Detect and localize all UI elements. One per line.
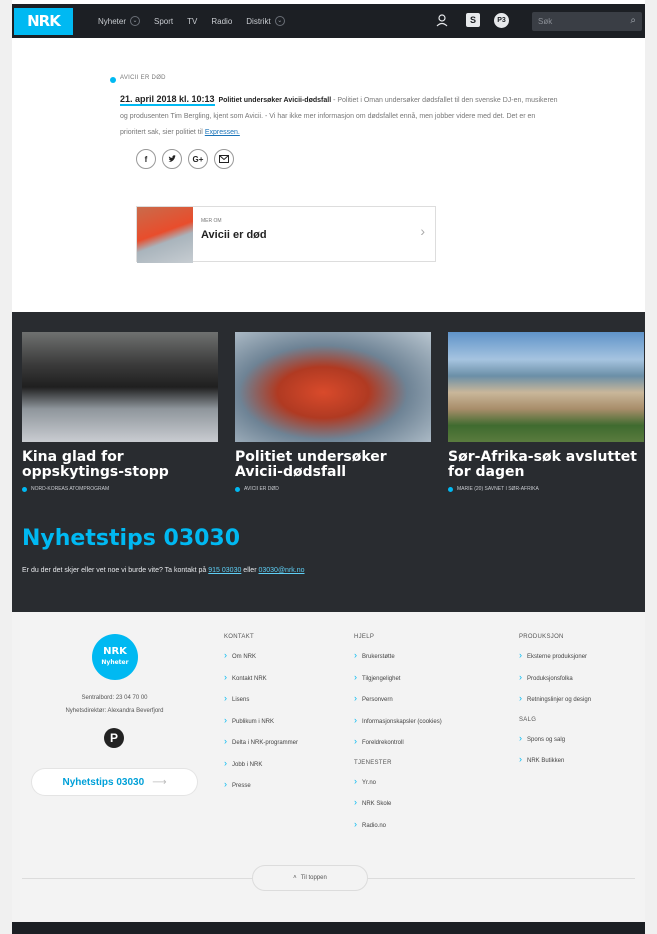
- nav-item-nyheter[interactable]: Nyheter ⌄: [98, 16, 141, 26]
- chevron-down-icon: ⌄: [130, 16, 141, 26]
- card-kicker: MER OM: [201, 218, 222, 224]
- footer-contact-info: Sentralbord: 23 04 70 00 Nyhetsdirektør:…: [32, 692, 197, 718]
- footer-link[interactable]: Jobb i NRK: [224, 754, 298, 776]
- footer-heading: TJENESTER: [354, 759, 392, 766]
- facebook-share-button[interactable]: f: [136, 149, 156, 169]
- top-navigation-bar: NRK Nyheter ⌄ Sport TV Radio Distrikt ⌄ S …: [12, 4, 645, 38]
- news-teaser-section: Kina glad for oppskytings-stopp NORD-KOR…: [12, 312, 645, 612]
- chevron-down-icon: ⌄: [274, 16, 285, 26]
- footer-link[interactable]: Eksterne produksjoner: [519, 646, 591, 668]
- teaser-image: [235, 332, 431, 442]
- footer-link[interactable]: Delta i NRK-programmer: [224, 732, 298, 754]
- footer-heading: PRODUKSJON: [519, 634, 564, 640]
- live-dot-icon: [110, 77, 116, 83]
- share-buttons: f G+: [136, 149, 560, 169]
- footer-heading: HJELP: [354, 634, 375, 640]
- search-box: ⌕: [532, 12, 642, 31]
- arrow-right-icon: ⟶: [152, 776, 167, 788]
- googleplus-share-button[interactable]: G+: [188, 149, 208, 169]
- footer-link[interactable]: Publikum i NRK: [224, 711, 298, 733]
- related-article-card[interactable]: MER OM Avicii er død ›: [136, 206, 436, 263]
- live-update: AVICII ER DØD 21. april 2018 kl. 10:13 P…: [110, 75, 560, 169]
- news-tips-text: Er du der det skjer eller vet noe vi bur…: [22, 567, 305, 574]
- back-to-top-button[interactable]: ˄ Til toppen: [252, 865, 368, 891]
- email-link[interactable]: 03030@nrk.no: [258, 567, 304, 574]
- page-frame: NRK Nyheter ⌄ Sport TV Radio Distrikt ⌄ S …: [12, 0, 645, 934]
- teaser-title: Kina glad for oppskytings-stopp: [22, 449, 169, 480]
- footer-link[interactable]: Lisens: [224, 689, 298, 711]
- teaser-title: Sør-Afrika-søk avsluttet for dagen: [448, 449, 637, 480]
- nrk-nyheter-logo[interactable]: NRK Nyheter: [92, 634, 138, 680]
- footer-link[interactable]: Brukerstøtte: [354, 646, 442, 668]
- bottom-bar: [12, 922, 645, 934]
- nav-item-distrikt[interactable]: Distrikt ⌄: [246, 16, 285, 26]
- update-timestamp: 21. april 2018 kl. 10:13: [120, 94, 215, 106]
- switchboard-text: Sentralbord: 23 04 70 00: [81, 695, 148, 701]
- footer-link[interactable]: Om NRK: [224, 646, 298, 668]
- footer-link[interactable]: Yr.no: [354, 772, 442, 794]
- footer-heading: SALG: [519, 716, 537, 723]
- sms-link[interactable]: 915 03030: [208, 567, 241, 574]
- ansvarlig-presse-icon[interactable]: P: [104, 728, 124, 748]
- article-thumbnail: [137, 207, 193, 263]
- nav-item-sport[interactable]: Sport: [154, 17, 173, 26]
- footer-link[interactable]: Radio.no: [354, 815, 442, 837]
- footer-link[interactable]: Kontakt NRK: [224, 668, 298, 690]
- search-input[interactable]: [538, 15, 618, 28]
- footer-link[interactable]: Informasjonskapsler (cookies): [354, 711, 442, 733]
- footer-link[interactable]: Spons og salg: [519, 729, 591, 751]
- teaser-card[interactable]: Kina glad for oppskytings-stopp NORD-KOR…: [22, 332, 218, 492]
- update-kicker: AVICII ER DØD: [120, 75, 166, 81]
- footer-column-contact: KONTAKT Om NRK Kontakt NRK Lisens Publik…: [224, 634, 298, 797]
- teaser-card[interactable]: Politiet undersøker Avicii-dødsfall AVIC…: [235, 332, 431, 492]
- twitter-share-button[interactable]: [162, 149, 182, 169]
- chevron-right-icon: ›: [420, 223, 425, 239]
- envelope-icon: [219, 155, 229, 163]
- footer-link[interactable]: Presse: [224, 775, 298, 797]
- update-headline: Politiet undersøker Avicii-dødsfall: [218, 97, 332, 104]
- nav-label: Sport: [154, 16, 174, 26]
- user-icon[interactable]: [432, 10, 452, 30]
- update-body: 21. april 2018 kl. 10:13 Politiet unders…: [120, 91, 560, 141]
- footer-heading: KONTAKT: [224, 634, 254, 640]
- editor-text: Nyhetsdirektør: Alexandra Beverfjord: [65, 708, 164, 714]
- footer-column-production: PRODUKSJON Eksterne produksjoner Produks…: [519, 634, 591, 772]
- nav-label: Radio: [211, 16, 233, 26]
- super-icon[interactable]: S: [466, 13, 480, 27]
- footer-link[interactable]: Foreldrekontroll: [354, 732, 442, 754]
- footer-link[interactable]: NRK Butikken: [519, 750, 591, 772]
- teaser-image: [448, 332, 644, 442]
- news-tips-heading: Nyhetstips 03030: [22, 526, 241, 551]
- p3-icon[interactable]: P3: [494, 12, 509, 28]
- site-footer: NRK Nyheter Sentralbord: 23 04 70 00 Nyhe…: [12, 612, 645, 922]
- chevron-up-icon: ˄: [293, 875, 297, 881]
- main-nav: Nyheter ⌄ Sport TV Radio Distrikt ⌄: [98, 4, 285, 38]
- twitter-icon: [168, 155, 176, 162]
- footer-link[interactable]: Produksjonsfolka: [519, 668, 591, 690]
- header-icons: S P3: [432, 10, 509, 30]
- footer-link[interactable]: NRK Skole: [354, 793, 442, 815]
- teaser-card[interactable]: Sør-Afrika-søk avsluttet for dagen MARIE…: [448, 332, 644, 492]
- footer-link[interactable]: Retningslinjer og design: [519, 689, 591, 711]
- nav-label: TV: [187, 16, 198, 26]
- search-icon[interactable]: ⌕: [630, 15, 636, 26]
- teaser-image: [22, 332, 218, 442]
- teaser-kicker: NORD-KOREAS ATOMPROGRAM: [22, 486, 218, 492]
- nav-label: Nyheter: [98, 16, 127, 26]
- source-link[interactable]: Expressen.: [205, 129, 240, 136]
- nav-item-tv[interactable]: TV: [187, 17, 197, 26]
- footer-column-help: HJELP Brukerstøtte Tilgjengelighet Perso…: [354, 634, 442, 836]
- footer-link[interactable]: Personvern: [354, 689, 442, 711]
- news-tips-button[interactable]: Nyhetstips 03030 ⟶: [32, 769, 197, 795]
- email-share-button[interactable]: [214, 149, 234, 169]
- teaser-title: Politiet undersøker Avicii-dødsfall: [235, 449, 387, 480]
- nav-item-radio[interactable]: Radio: [211, 17, 232, 26]
- nrk-logo[interactable]: NRK: [14, 8, 73, 35]
- teaser-kicker: AVICII ER DØD: [235, 486, 431, 492]
- teaser-kicker: MARIE (20) SAVNET I SØR-AFRIKA: [448, 486, 644, 492]
- footer-link[interactable]: Tilgjengelighet: [354, 668, 442, 690]
- card-title: Avicii er død: [201, 229, 267, 241]
- nav-label: Distrikt: [246, 16, 271, 26]
